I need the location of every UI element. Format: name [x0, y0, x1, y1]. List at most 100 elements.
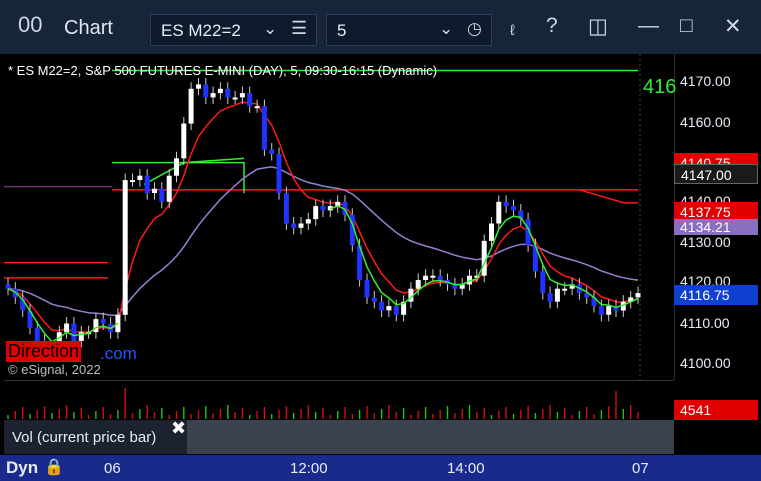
direction-suffix: .com [100, 344, 137, 363]
candle-body [254, 106, 260, 109]
candlestick-plot [4, 54, 641, 380]
candle-body [554, 288, 560, 302]
volume-bar [256, 411, 258, 419]
volume-bar [483, 408, 485, 419]
clock-icon[interactable]: ◷ [467, 19, 482, 39]
symbol-value: ES M22=2 [161, 21, 241, 40]
volume-value-tag: 4541 [674, 400, 758, 420]
volume-bar [549, 405, 551, 419]
volume-bar [241, 408, 244, 419]
volume-bar [608, 406, 610, 419]
interval-selector[interactable]: 5 ⌄ ◷ [326, 14, 492, 46]
chevron-down-icon[interactable]: ⌄ [263, 19, 277, 39]
price-label-4110: 4110.00 [680, 315, 730, 331]
volume-bar [366, 406, 368, 419]
dynamic-mode-label[interactable]: Dyn [6, 458, 38, 478]
volume-bar [622, 409, 624, 419]
volume-axis: 4541 [674, 380, 761, 420]
price-tag-last: 4116.75 [674, 285, 758, 305]
candle-body [276, 154, 282, 194]
maximize-icon[interactable]: □ [680, 14, 693, 38]
candle-body [144, 175, 150, 194]
lock-icon[interactable]: 🔒 [44, 457, 64, 477]
candle-body [489, 223, 494, 241]
candle-body [635, 293, 641, 298]
candle-body [225, 88, 231, 98]
app-icon: 00 [18, 12, 43, 37]
time-label-06: 06 [104, 460, 121, 477]
list-menu-icon[interactable]: ☰ [291, 18, 307, 39]
volume-bar [139, 409, 141, 419]
interval-value: 5 [337, 21, 347, 40]
volume-bar [161, 408, 163, 419]
volume-bars [7, 388, 639, 419]
candle-body [152, 188, 157, 193]
volume-bar [468, 405, 471, 419]
page-settings-icon[interactable]: ◫ [588, 14, 608, 39]
volume-bar [36, 410, 38, 419]
close-icon[interactable]: ✖ [171, 418, 186, 439]
close-icon[interactable]: ✕ [724, 14, 742, 39]
volume-bar [520, 410, 522, 419]
candle-body [232, 97, 238, 100]
chart-header: * ES M22=2, S&P 500 FUTURES E-MINI (DAY)… [8, 63, 438, 78]
help-icon[interactable]: ? [546, 14, 558, 38]
volume-bar [219, 409, 222, 419]
volume-bar [131, 413, 134, 419]
volume-label-text: Vol (current price bar) [12, 429, 157, 446]
volume-bar [205, 406, 207, 419]
volume-bar [380, 409, 383, 419]
candle-body [320, 206, 326, 211]
candle-body [269, 149, 275, 154]
volume-bar [534, 413, 537, 419]
price-label-4170: 4170.00 [680, 73, 731, 89]
volume-bar [388, 405, 390, 419]
price-chart[interactable] [4, 54, 674, 380]
candle-body [393, 306, 399, 315]
volume-bar [146, 405, 148, 419]
candle-body [379, 301, 385, 311]
volume-bar [73, 412, 75, 419]
volume-bar [300, 409, 302, 419]
volume-bar [29, 414, 31, 419]
watermark: © eSignal, 2022 [8, 362, 101, 377]
candle-body [415, 280, 421, 289]
volume-bar [600, 410, 603, 419]
price-tag-current: 4147.00 [674, 164, 758, 184]
volume-bar [293, 413, 295, 419]
volume-bar [307, 405, 309, 419]
volume-bar [65, 405, 68, 419]
volume-bar [410, 415, 412, 419]
volume-panel[interactable] [4, 380, 674, 421]
volume-bar [329, 415, 331, 419]
minimize-icon[interactable]: — [638, 14, 659, 38]
draw-tool-icon[interactable]: ℓ [510, 22, 515, 39]
volume-bar [373, 413, 375, 419]
candle-body [130, 180, 135, 183]
price-tag-purple: 4134.21 [674, 219, 758, 235]
price-label-4160: 4160.00 [680, 114, 731, 130]
candle-body [305, 219, 311, 224]
volume-bar [87, 415, 90, 419]
candle-body [503, 201, 509, 207]
candle-body [371, 297, 377, 302]
volume-bar [512, 414, 515, 419]
time-axis: Dyn 🔒 06 12:00 14:00 07 [0, 455, 761, 481]
title-bar: 00 Chart ES M22=2 ⌄ ☰ 5 ⌄ ◷ ℓ ? ◫ — □ ✕ [0, 0, 761, 54]
volume-bar [51, 413, 53, 419]
volume-study-label[interactable]: Vol (current price bar) ✖ [4, 418, 187, 454]
symbol-selector[interactable]: ES M22=2 ⌄ ☰ [150, 14, 317, 46]
candle-body [261, 106, 267, 150]
candle-body [34, 327, 40, 341]
volume-bar [124, 388, 126, 419]
candle-body [174, 158, 179, 176]
green-line-label: 416 [643, 76, 677, 98]
time-label-1400: 14:00 [447, 460, 485, 477]
volume-bar [395, 412, 397, 419]
volume-bar [102, 407, 104, 419]
chevron-down-icon[interactable]: ⌄ [439, 19, 453, 39]
volume-bar [432, 414, 434, 419]
volume-bar [109, 414, 112, 419]
volume-bar [80, 408, 82, 419]
candle-body [71, 323, 77, 341]
